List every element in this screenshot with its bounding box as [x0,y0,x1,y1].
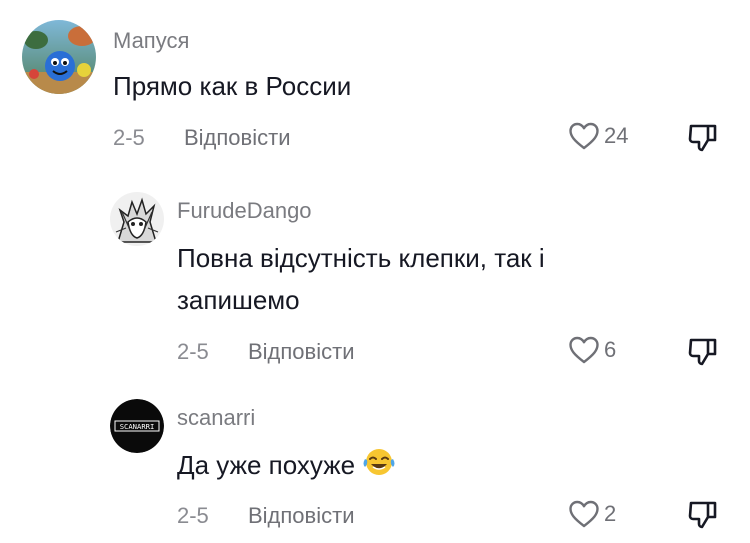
avatar[interactable] [22,20,96,94]
dislike-button[interactable] [688,122,718,159]
thumb-down-icon [688,124,717,152]
like-button[interactable]: 2 [568,499,616,529]
avatar[interactable] [110,192,164,246]
dislike-button[interactable] [688,499,718,536]
heart-outline-icon [569,500,599,528]
username[interactable]: scanarri [177,405,255,431]
heart-outline-icon [569,336,599,364]
comment-item: FurudeDango Повна відсутність клепки, та… [0,170,750,385]
sketch-avatar-image [110,192,164,246]
reply-button[interactable]: Відповісти [248,339,355,365]
thumb-down-icon [688,501,717,529]
username[interactable]: Мапуся [113,28,189,54]
comment-item: SCANARRI scanarri Да уже похуже 2-5 Відп… [0,385,750,543]
comment-text-line-1: Повна відсутність клепки, так і [177,243,545,273]
reply-button[interactable]: Відповісти [184,125,291,151]
cartoon-avatar-image [22,20,96,94]
comment-date: 2-5 [177,503,209,528]
comment-item: Мапуся Прямо как в России 2-5 Відповісти… [0,0,750,170]
dislike-button[interactable] [688,336,718,373]
comment-date: 2-5 [113,125,145,150]
comment-text: Да уже похуже [177,443,397,491]
comment-text-content: Да уже похуже [177,450,356,480]
like-count: 2 [604,501,617,526]
face-with-tears-of-joy-icon [361,446,397,491]
reply-button[interactable]: Відповісти [248,503,355,529]
username[interactable]: FurudeDango [177,198,312,224]
like-count: 24 [604,123,629,148]
avatar[interactable]: SCANARRI [110,399,164,453]
logo-avatar-image: SCANARRI [110,399,164,453]
comment-date: 2-5 [177,339,209,364]
like-button[interactable]: 6 [568,335,616,365]
like-count: 6 [604,337,617,362]
comment-text-line-2: запишемо [177,285,300,315]
heart-outline-icon [569,122,599,150]
avatar-logo-text: SCANARRI [120,422,155,431]
thumb-down-icon [688,338,717,366]
comment-text: Прямо как в России [113,71,352,101]
like-button[interactable]: 24 [568,121,628,151]
